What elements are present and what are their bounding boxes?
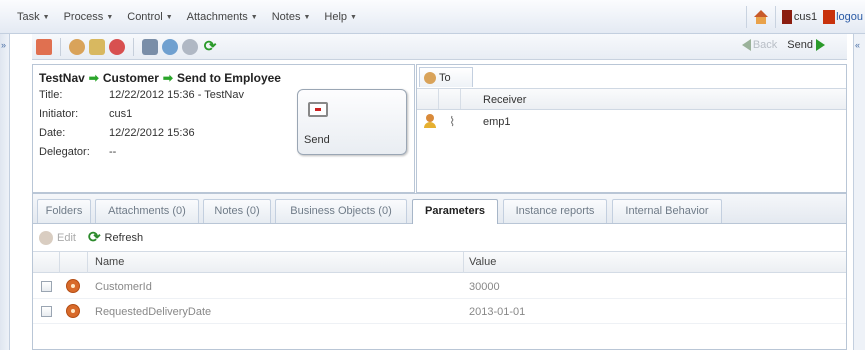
recipient-row[interactable]: ⌇ emp1 bbox=[417, 112, 846, 132]
divider bbox=[60, 37, 61, 56]
tab-folders[interactable]: Folders bbox=[37, 199, 91, 223]
breadcrumb-item: Send to Employee bbox=[176, 71, 281, 85]
tab-bar: Folders Attachments (0) Notes (0) Busine… bbox=[33, 194, 846, 224]
action-bar: Edit ⟳ Refresh bbox=[33, 225, 846, 251]
breadcrumb: TestNav ➡ Customer ➡ Send to Employee bbox=[39, 71, 281, 85]
param-value: 2013-01-01 bbox=[469, 306, 526, 318]
username: cus1 bbox=[793, 11, 818, 23]
globe-icon[interactable] bbox=[162, 38, 178, 55]
menu-notes[interactable]: Notes ▼ bbox=[265, 0, 318, 34]
record-icon[interactable] bbox=[109, 38, 125, 55]
date-value: 12/22/2012 15:36 bbox=[109, 127, 195, 139]
menu-process[interactable]: Process ▼ bbox=[57, 0, 121, 34]
grid-header: Name Value bbox=[33, 251, 846, 273]
row-checkbox[interactable] bbox=[41, 281, 52, 292]
refresh-icon[interactable]: ⟳ bbox=[202, 39, 218, 55]
breadcrumb-item: TestNav bbox=[39, 71, 85, 85]
recipients-panel: To Receiver ⌇ emp1 bbox=[416, 64, 847, 193]
user-icon bbox=[781, 10, 792, 24]
person-icon bbox=[423, 114, 437, 128]
param-name: RequestedDeliveryDate bbox=[95, 306, 212, 318]
clock-icon[interactable] bbox=[182, 38, 198, 55]
table-row[interactable]: RequestedDeliveryDate 2013-01-01 bbox=[33, 300, 846, 324]
details-panel: Folders Attachments (0) Notes (0) Busine… bbox=[32, 193, 847, 350]
menu-help[interactable]: Help ▼ bbox=[317, 0, 364, 34]
logout-icon[interactable] bbox=[823, 10, 836, 24]
name-column-header[interactable]: Name bbox=[95, 256, 124, 268]
caret-down-icon: ▼ bbox=[350, 13, 357, 21]
caret-down-icon: ▼ bbox=[303, 13, 311, 21]
recipients-header: Receiver bbox=[417, 88, 846, 110]
param-value: 30000 bbox=[469, 281, 500, 293]
send-nav-button[interactable]: Send bbox=[787, 39, 825, 51]
delegator-label: Delegator: bbox=[39, 146, 90, 158]
arrow-right-icon: ➡ bbox=[88, 71, 99, 85]
tab-internal-behavior[interactable]: Internal Behavior bbox=[612, 199, 722, 223]
send-icon bbox=[308, 102, 328, 117]
receiver-column-header[interactable]: Receiver bbox=[483, 94, 526, 106]
title-label: Title: bbox=[39, 89, 63, 101]
divider bbox=[133, 37, 134, 56]
toolbar: ⟳ bbox=[32, 34, 847, 60]
initiator-value: cus1 bbox=[109, 108, 133, 120]
left-collapse-strip[interactable]: » bbox=[0, 34, 10, 350]
tab-parameters[interactable]: Parameters bbox=[412, 199, 498, 224]
paperclip-icon[interactable]: ⌇ bbox=[449, 114, 455, 130]
users-icon bbox=[424, 71, 436, 84]
priority-icon[interactable] bbox=[36, 38, 52, 55]
send-button[interactable]: Send bbox=[297, 89, 407, 155]
nav-buttons: Back Send bbox=[741, 39, 825, 51]
divider bbox=[745, 6, 747, 28]
arrow-left-icon bbox=[741, 39, 751, 51]
arrow-right-icon bbox=[816, 39, 825, 51]
delegator-value: -- bbox=[109, 146, 117, 158]
arrow-right-icon: ➡ bbox=[162, 71, 173, 85]
tab-notes[interactable]: Notes (0) bbox=[203, 199, 271, 223]
menu-control[interactable]: Control ▼ bbox=[120, 0, 179, 34]
caret-down-icon: ▼ bbox=[106, 13, 114, 21]
row-checkbox[interactable] bbox=[41, 306, 52, 317]
parameter-icon bbox=[66, 279, 80, 293]
receiver-name: emp1 bbox=[483, 116, 511, 128]
task-info-panel: TestNav ➡ Customer ➡ Send to Employee Ti… bbox=[32, 64, 415, 193]
table-row[interactable]: CustomerId 30000 bbox=[33, 275, 846, 299]
menu-bar: Task ▼ Process ▼ Control ▼ Attachments ▼ Not… bbox=[0, 0, 865, 34]
user-assign-icon[interactable] bbox=[69, 38, 85, 55]
refresh-button[interactable]: Refresh bbox=[105, 232, 144, 244]
breadcrumb-item: Customer bbox=[102, 71, 159, 85]
collapse-icon[interactable]: « bbox=[855, 40, 860, 50]
back-button[interactable]: Back bbox=[741, 39, 777, 51]
caret-down-icon: ▼ bbox=[250, 13, 258, 21]
title-value: 12/22/2012 15:36 - TestNav bbox=[109, 89, 244, 101]
initiator-label: Initiator: bbox=[39, 108, 79, 120]
logout-link[interactable]: logou bbox=[836, 11, 863, 23]
divider bbox=[774, 6, 776, 28]
expand-icon[interactable]: » bbox=[1, 40, 6, 50]
tab-business-objects[interactable]: Business Objects (0) bbox=[275, 199, 407, 223]
parameter-icon bbox=[66, 304, 80, 318]
edit-icon bbox=[39, 231, 53, 245]
main-menu: Task ▼ Process ▼ Control ▼ Attachments ▼ Not… bbox=[10, 0, 364, 34]
tab-instance-reports[interactable]: Instance reports bbox=[503, 199, 607, 223]
book-icon[interactable] bbox=[89, 38, 105, 55]
edit-icon[interactable] bbox=[142, 38, 158, 55]
user-area: cus1 logou bbox=[745, 0, 865, 34]
home-icon[interactable] bbox=[753, 10, 769, 24]
menu-attachments[interactable]: Attachments ▼ bbox=[180, 0, 265, 34]
caret-down-icon: ▼ bbox=[165, 13, 173, 21]
caret-down-icon: ▼ bbox=[42, 13, 50, 21]
date-label: Date: bbox=[39, 127, 66, 139]
value-column-header[interactable]: Value bbox=[469, 256, 496, 268]
param-name: CustomerId bbox=[95, 281, 152, 293]
tab-attachments[interactable]: Attachments (0) bbox=[95, 199, 199, 223]
edit-button[interactable]: Edit bbox=[57, 232, 76, 244]
menu-task[interactable]: Task ▼ bbox=[10, 0, 57, 34]
right-collapse-strip[interactable]: « bbox=[853, 34, 865, 350]
tab-to[interactable]: To bbox=[419, 67, 473, 87]
refresh-icon: ⟳ bbox=[87, 229, 101, 246]
